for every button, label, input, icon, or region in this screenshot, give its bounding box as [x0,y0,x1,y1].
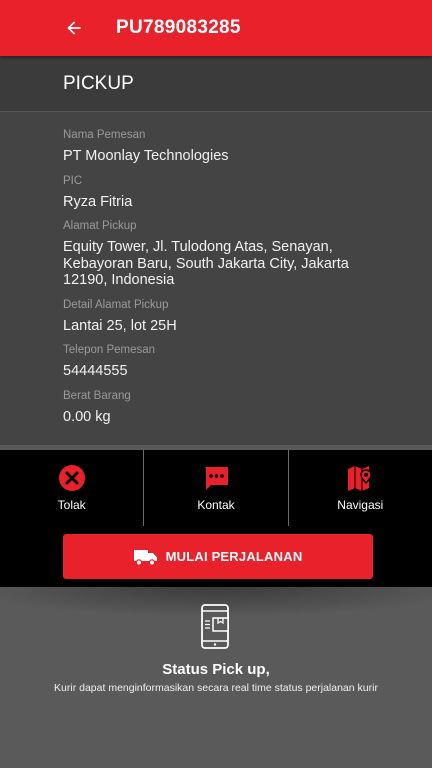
section-header: PICKUP [0,56,432,112]
address-label: Alamat Pickup [63,220,137,232]
chat-icon [202,464,230,492]
pic-value: Ryza Fitria [63,193,133,210]
map-pin-icon [346,464,374,492]
navigate-button[interactable]: Navigasi [287,450,432,526]
phone-label: Telepon Pemesan [63,344,156,356]
reject-label: Tolak [57,498,86,512]
contact-button[interactable]: Kontak [143,450,287,526]
section-title: PICKUP [63,72,134,94]
address-value: Equity Tower, Jl. Tulodong Atas, Senayan… [63,239,349,288]
navigate-label: Navigasi [337,498,384,512]
promo-subtitle: Kurir dapat menginformasikan secara real… [54,682,378,694]
phone-value: 54444555 [63,363,128,379]
address-detail-label: Detail Alamat Pickup [63,298,169,311]
contact-label: Kontak [197,498,235,512]
address-detail-value: Lantai 25, lot 25H [63,317,177,334]
pic-label: PIC [63,174,83,187]
page-title: PU789083285 [116,17,241,38]
weight-label: Berat Barang [63,389,131,402]
app-bar: PU789083285 [0,0,432,56]
weight-value: 0.00 kg [63,408,111,425]
back-button[interactable] [62,16,86,40]
reject-button[interactable]: Tolak [0,450,143,526]
start-trip-button[interactable]: MULAI PERJALANAN [63,534,373,579]
start-trip-label: MULAI PERJALANAN [165,549,303,564]
close-circle-icon [58,464,86,492]
pickup-details: Nama Pemesan PT Moonlay Technologies PIC… [0,112,432,446]
promo-title: Status Pick up, [162,661,270,678]
promo-panel: Status Pick up, Kurir dapat menginformas… [0,600,432,694]
start-area: MULAI PERJALANAN [0,526,432,587]
order-name-label: Nama Pemesan [63,129,146,141]
arrow-left-icon [67,21,81,35]
action-bar: Tolak Kontak Navigasi [0,450,432,526]
truck-icon [133,548,158,566]
order-name-value: PT Moonlay Technologies [63,148,229,164]
phone-package-icon [201,604,229,649]
